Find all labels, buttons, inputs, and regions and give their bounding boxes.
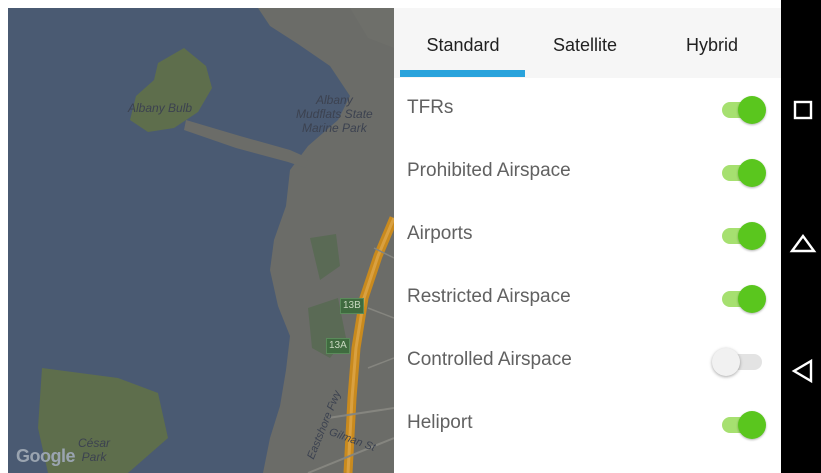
layer-row-tfrs[interactable]: TFRs — [394, 78, 781, 141]
map-type-tabs: Standard Satellite Hybrid — [394, 8, 781, 78]
map-layers-panel: Standard Satellite Hybrid TFRs Prohibite… — [394, 8, 781, 473]
map-label-albany-bulb: Albany Bulb — [128, 101, 193, 115]
tab-satellite[interactable]: Satellite — [525, 35, 645, 56]
layer-row-controlled-airspace[interactable]: Controlled Airspace — [394, 330, 781, 393]
tab-standard[interactable]: Standard — [403, 35, 523, 56]
layer-label: Heliport — [407, 412, 473, 433]
layer-row-prohibited-airspace[interactable]: Prohibited Airspace — [394, 141, 781, 204]
prohibited-airspace-toggle[interactable] — [722, 158, 768, 187]
google-logo: Google — [16, 446, 76, 466]
toggle-thumb — [738, 285, 766, 313]
map-label-marine-park: Albany Mudflats State Marine Park — [296, 93, 373, 135]
layer-label: Prohibited Airspace — [407, 160, 571, 181]
toggle-thumb — [712, 348, 740, 376]
heliport-toggle[interactable] — [722, 410, 768, 439]
layer-row-airports[interactable]: Airports — [394, 204, 781, 267]
airports-toggle[interactable] — [722, 221, 768, 250]
toggle-thumb — [738, 222, 766, 250]
tab-hybrid[interactable]: Hybrid — [652, 35, 772, 56]
map-view[interactable]: Albany Bulb Albany Mudflats State Marine… — [8, 8, 394, 473]
highway-shield-13b: 13B — [340, 298, 364, 314]
toggle-thumb — [738, 159, 766, 187]
tab-selected-indicator — [400, 70, 525, 77]
layer-label: Airports — [407, 223, 473, 244]
home-icon[interactable] — [789, 228, 817, 256]
highway-shield-13a: 13A — [326, 338, 350, 354]
recents-square-icon[interactable] — [789, 96, 817, 124]
layer-row-restricted-airspace[interactable]: Restricted Airspace — [394, 267, 781, 330]
toggle-thumb — [738, 96, 766, 124]
system-navigation-bar — [781, 0, 821, 473]
restricted-airspace-toggle[interactable] — [722, 284, 768, 313]
layer-label: Restricted Airspace — [407, 286, 571, 307]
back-icon[interactable] — [789, 357, 817, 385]
tfrs-toggle[interactable] — [722, 95, 768, 124]
controlled-airspace-toggle[interactable] — [712, 347, 768, 376]
map-label-cesar-park: César Park — [78, 436, 111, 464]
toggle-thumb — [738, 411, 766, 439]
layer-row-heliport[interactable]: Heliport — [394, 393, 781, 456]
layer-label: TFRs — [407, 97, 454, 118]
layer-label: Controlled Airspace — [407, 349, 572, 370]
